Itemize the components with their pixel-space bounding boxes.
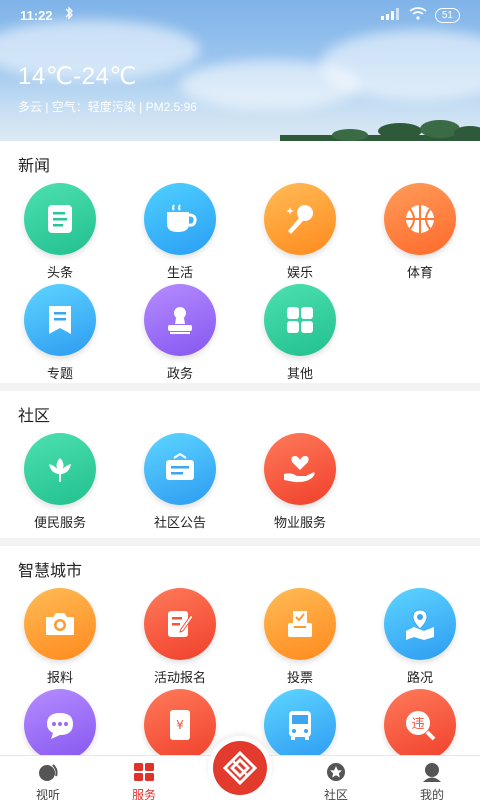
section-divider [0, 538, 480, 546]
bookmark-doc-icon [24, 284, 96, 356]
profile-icon [402, 762, 462, 785]
brand-logo-icon [213, 741, 267, 795]
nav-label: 我的 [419, 788, 444, 800]
nav-label: 视听 [35, 788, 60, 800]
nav-tab-mine[interactable]: 我的 [402, 756, 462, 800]
phone-yuan-icon: ¥ [144, 689, 216, 755]
section-divider [0, 383, 480, 391]
heart-hand-icon [264, 433, 336, 505]
svg-text:违: 违 [411, 717, 424, 732]
document-icon [24, 183, 96, 255]
service-label: 投票 [286, 670, 313, 685]
coffee-cup-icon [144, 183, 216, 255]
service-item-chat[interactable] [0, 689, 120, 755]
status-bar: 11:22 51 [0, 0, 480, 30]
chat-bubble-icon [24, 689, 96, 755]
service-label: 路况 [406, 670, 433, 685]
bluetooth-icon [64, 6, 74, 23]
grid-apps-icon [264, 284, 336, 356]
service-label: 便民服务 [33, 515, 86, 530]
temperature: 14℃-24℃ [18, 63, 137, 90]
service-item-others[interactable]: 其他 [240, 284, 360, 383]
battery-indicator: 51 [434, 7, 460, 23]
camera-icon [24, 588, 96, 660]
service-label: 报料 [46, 670, 73, 685]
service-label: 物业服务 [273, 515, 326, 530]
service-item-announcements[interactable]: 社区公告 [120, 433, 240, 538]
service-item-entertainment[interactable]: 娱乐 [240, 183, 360, 284]
service-item-sports[interactable]: 体育 [360, 183, 480, 284]
section-title-community: 社区 [18, 408, 51, 425]
home-center-button[interactable] [208, 736, 272, 800]
service-label: 活动报名 [153, 670, 206, 685]
smart-city-section: 智慧城市 报料 活动报名 投票 路况 ¥ 违 [0, 546, 480, 755]
nav-label: 服务 [131, 788, 156, 800]
service-item-traffic[interactable]: 路况 [360, 588, 480, 689]
violation-icon: 违 [384, 689, 456, 755]
svg-text:¥: ¥ [176, 718, 184, 732]
services-grid-icon [114, 762, 174, 785]
notice-board-icon [144, 433, 216, 505]
service-label: 体育 [406, 265, 433, 280]
bottom-nav: 视听 服务 社区 我的 [0, 736, 480, 800]
service-item-property[interactable]: 物业服务 [240, 433, 360, 538]
service-item-event-signup[interactable]: 活动报名 [120, 588, 240, 689]
status-time: 11:22 [20, 8, 53, 23]
community-section: 社区 便民服务 社区公告 物业服务 [0, 391, 480, 538]
service-item-violation[interactable]: 违 [360, 689, 480, 755]
stamp-icon [144, 284, 216, 356]
service-item-government[interactable]: 政务 [120, 284, 240, 383]
service-label: 娱乐 [286, 265, 313, 280]
service-item-vote[interactable]: 投票 [240, 588, 360, 689]
section-title-news: 新闻 [18, 158, 51, 175]
wifi-icon [409, 7, 427, 23]
service-label: 社区公告 [153, 515, 206, 530]
nav-label: 社区 [323, 788, 348, 800]
audio-visual-icon [18, 762, 78, 785]
service-label: 其他 [286, 366, 313, 381]
microphone-icon [264, 183, 336, 255]
service-label: 政务 [166, 366, 193, 381]
service-item-headlines[interactable]: 头条 [0, 183, 120, 284]
weather-header: 11:22 51 14℃-24℃ 多云 | 空气：轻度污染 | PM2.5:96 [0, 0, 480, 141]
lotus-icon [24, 433, 96, 505]
service-label: 生活 [166, 265, 193, 280]
nav-tab-services[interactable]: 服务 [114, 756, 174, 800]
palm-trees-decoration [280, 120, 480, 141]
ballot-box-icon [264, 588, 336, 660]
map-pin-icon [384, 588, 456, 660]
basketball-icon [384, 183, 456, 255]
service-item-convenience[interactable]: 便民服务 [0, 433, 120, 538]
news-section: 新闻 头条 生活 娱乐 体育 专题 政务 其他 [0, 141, 480, 383]
bus-icon [264, 689, 336, 755]
signal-icon [380, 7, 401, 23]
service-item-life[interactable]: 生活 [120, 183, 240, 284]
service-label: 头条 [46, 265, 73, 280]
nav-tab-community[interactable]: 社区 [306, 756, 366, 800]
weather-detail: 多云 | 空气：轻度污染 | PM2.5:96 [18, 100, 197, 114]
edit-form-icon [144, 588, 216, 660]
services-content[interactable]: 新闻 头条 生活 娱乐 体育 专题 政务 其他 社区 便民服务 社区公告 物业服… [0, 141, 480, 755]
section-title-smart-city: 智慧城市 [18, 563, 83, 580]
service-item-topics[interactable]: 专题 [0, 284, 120, 383]
nav-tab-audio-visual[interactable]: 视听 [18, 756, 78, 800]
service-label: 专题 [46, 366, 73, 381]
service-item-report[interactable]: 报料 [0, 588, 120, 689]
star-circle-icon [306, 762, 366, 785]
